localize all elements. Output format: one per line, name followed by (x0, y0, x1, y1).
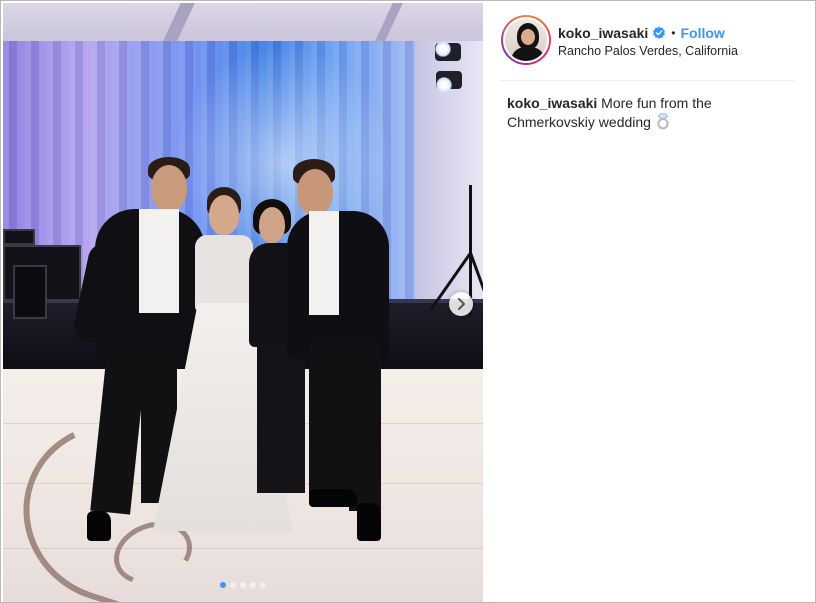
spotlight-glow (436, 77, 452, 93)
header-user-line: koko_iwasaki • Follow (558, 25, 725, 41)
username-link[interactable]: koko_iwasaki (558, 25, 648, 41)
separator-dot: • (671, 26, 676, 40)
avatar[interactable] (503, 17, 549, 63)
carousel-dot (220, 582, 226, 588)
follow-button[interactable]: Follow (680, 25, 724, 41)
story-ring[interactable] (501, 15, 551, 65)
carousel-indicator (3, 582, 483, 588)
spotlight-glow (435, 41, 451, 57)
post-window: koko_iwasaki • Follow Rancho Palos Verde… (0, 0, 816, 603)
carousel-next-button[interactable] (449, 292, 473, 316)
header-divider (499, 80, 795, 81)
caption-username-link[interactable]: koko_iwasaki (507, 95, 597, 111)
ceiling (3, 3, 483, 45)
ring-icon (657, 113, 669, 130)
post-sidebar: koko_iwasaki • Follow Rancho Palos Verde… (483, 3, 815, 602)
speaker (13, 265, 47, 319)
chevron-right-icon (458, 298, 465, 310)
post-caption: koko_iwasaki More fun from the Chmerkovs… (507, 94, 787, 131)
speaker (3, 229, 35, 245)
carousel-dot (260, 582, 266, 588)
carousel-dot (240, 582, 246, 588)
post-header: koko_iwasaki • Follow Rancho Palos Verde… (483, 3, 815, 81)
carousel-dot (250, 582, 256, 588)
post-photo[interactable] (3, 3, 483, 602)
carousel-dot (230, 582, 236, 588)
verified-badge-icon (653, 26, 666, 39)
location-link[interactable]: Rancho Palos Verdes, California (558, 44, 738, 58)
